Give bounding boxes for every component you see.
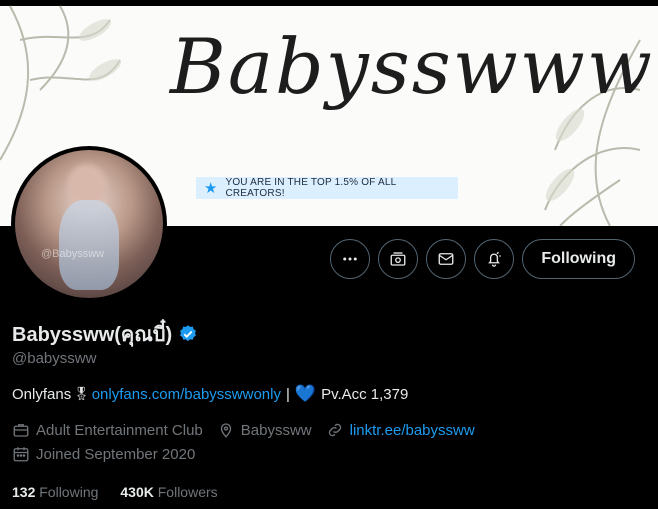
profile-bio: Onlyfans 🎖 onlyfans.com/babysswwonly | 💙…	[12, 384, 408, 404]
notifications-button[interactable]	[474, 239, 515, 279]
more-button[interactable]	[330, 239, 371, 279]
following-count: 132	[12, 484, 36, 500]
avatar-watermark: @Babyssww	[41, 248, 105, 260]
blue-heart-icon: 💙	[294, 384, 317, 403]
message-icon	[438, 253, 454, 265]
subscriptions-icon	[390, 252, 406, 266]
verified-badge-icon[interactable]	[178, 324, 198, 344]
followers-count: 430K	[120, 484, 154, 500]
avatar[interactable]: @Babyssww	[11, 146, 167, 302]
avatar-figure	[59, 200, 119, 290]
briefcase-icon	[13, 424, 29, 437]
profile-meta: Adult Entertainment Club Babyssww linktr…	[12, 421, 475, 439]
location-pin-icon	[220, 423, 231, 438]
followers-label: Followers	[157, 484, 218, 500]
location-item: Babyssww	[217, 421, 312, 439]
profile-name-row: Babyssww(คุณบี๋)	[12, 318, 198, 350]
ribbon-text: YOU ARE IN THE TOP 1.5% OF ALL CREATORS!	[225, 177, 396, 199]
onlyfans-link[interactable]: onlyfans.com/babysswwonly	[92, 386, 281, 403]
website-link[interactable]: linktr.ee/babyssww	[350, 422, 475, 439]
following-stat[interactable]: 132 Following	[12, 484, 98, 500]
following-label: Following	[39, 484, 99, 500]
medal-icon: 🎖	[73, 386, 90, 401]
joined-text: Joined September 2020	[36, 445, 196, 463]
profile-handle: @babyssww	[12, 350, 97, 367]
message-button[interactable]	[426, 239, 467, 279]
link-icon	[328, 423, 341, 437]
banner-script-text: Babysswww	[170, 22, 654, 111]
following-button[interactable]: Following	[522, 239, 635, 279]
joined-item: Joined September 2020	[12, 445, 195, 463]
bio-separator: |	[285, 385, 290, 403]
profile-stats: 132 Following 430K Followers	[12, 484, 218, 500]
subscriptions-button[interactable]	[378, 239, 419, 279]
creator-rank-ribbon: ★ YOU ARE IN THE TOP 1.5% OF ALL CREATOR…	[196, 177, 458, 199]
website-item[interactable]: linktr.ee/babyssww	[326, 421, 475, 439]
category-text: Adult Entertainment Club	[36, 421, 203, 439]
avatar-image: @Babyssww	[15, 150, 163, 298]
calendar-icon	[13, 447, 29, 462]
star-icon: ★	[204, 179, 218, 197]
more-icon	[343, 257, 358, 261]
notifications-icon	[488, 251, 502, 267]
bio-suffix: Pv.Acc 1,379	[321, 385, 409, 403]
display-name: Babyssww(คุณบี๋)	[12, 324, 173, 346]
bio-prefix: Onlyfans	[12, 385, 72, 403]
followers-stat[interactable]: 430K Followers	[120, 484, 217, 500]
location-text: Babyssww	[240, 421, 312, 439]
profile-actions: Following	[330, 239, 635, 279]
category-item: Adult Entertainment Club	[12, 421, 203, 439]
